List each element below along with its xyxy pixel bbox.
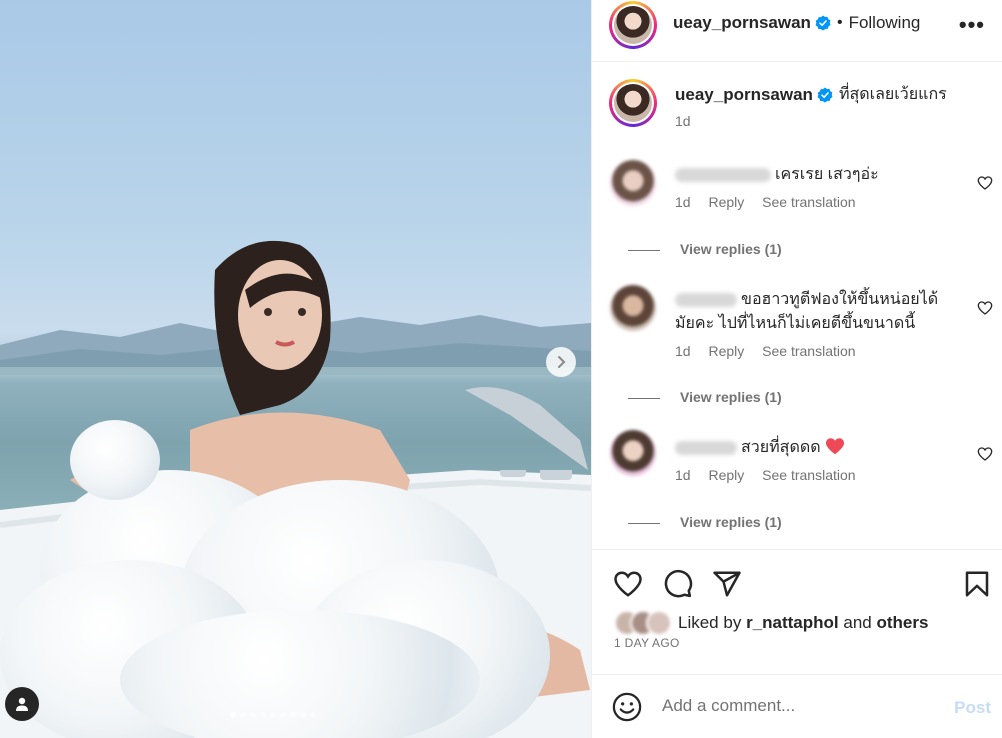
heart-icon[interactable] bbox=[613, 569, 643, 599]
user-icon bbox=[16, 697, 28, 711]
carousel-dot bbox=[250, 712, 256, 718]
comments-list[interactable]: ueay_pornsawan ที่สุดเลยเว้ยแกร 1d เครเร… bbox=[592, 63, 1002, 549]
verified-badge-icon bbox=[815, 15, 831, 31]
post-media[interactable] bbox=[0, 0, 591, 738]
comment-item: สวยที่สุดดด 1d Reply See translation bbox=[675, 436, 870, 483]
comment-text: สวยที่สุดดด bbox=[741, 439, 821, 456]
follow-separator: • bbox=[836, 14, 843, 31]
likes-others[interactable]: others bbox=[876, 613, 928, 633]
following-button[interactable]: Following bbox=[849, 13, 921, 33]
commenter-avatar[interactable] bbox=[610, 285, 656, 331]
likes-conjunction: and bbox=[843, 613, 872, 632]
post-header: ueay_pornsawan • Following ••• bbox=[592, 0, 1002, 62]
verified-badge-icon bbox=[817, 87, 833, 103]
see-translation-button[interactable]: See translation bbox=[762, 194, 855, 210]
view-replies-button[interactable]: View replies (1) bbox=[628, 514, 782, 530]
see-translation-button[interactable]: See translation bbox=[762, 343, 855, 359]
next-slide-button[interactable] bbox=[546, 347, 576, 377]
caption-text: ที่สุดเลยเว้ยแกร bbox=[838, 86, 947, 103]
add-comment-bar: Post bbox=[592, 674, 1002, 738]
commenter-username[interactable] bbox=[675, 440, 737, 455]
comment-text: ขอฮาวทูตีฟองให้ขึ้นหน่อยได้ bbox=[741, 291, 939, 308]
caption-avatar[interactable] bbox=[609, 79, 657, 127]
comment-input[interactable] bbox=[662, 696, 932, 716]
caption-time: 1d bbox=[675, 113, 691, 129]
caption-username[interactable]: ueay_pornsawan bbox=[675, 83, 813, 107]
carousel-dot bbox=[240, 712, 246, 718]
tagged-users-button[interactable] bbox=[5, 687, 39, 721]
carousel-indicator bbox=[230, 712, 316, 718]
reply-button[interactable]: Reply bbox=[708, 194, 744, 210]
reply-button[interactable]: Reply bbox=[708, 343, 744, 359]
post-time-ago: 1 DAY AGO bbox=[614, 636, 680, 650]
commenter-avatar[interactable] bbox=[610, 160, 656, 206]
commenter-username[interactable] bbox=[675, 167, 771, 182]
liker-avatars bbox=[614, 610, 678, 636]
carousel-dot bbox=[280, 712, 286, 718]
liker-username[interactable]: r_nattaphol bbox=[746, 613, 839, 633]
comment-time: 1d bbox=[675, 194, 691, 210]
view-replies-button[interactable]: View replies (1) bbox=[628, 241, 782, 257]
carousel-dot bbox=[260, 712, 266, 718]
post-side-panel: ueay_pornsawan • Following ••• ueay_porn… bbox=[591, 0, 1002, 738]
likes-summary[interactable]: Liked by r_nattaphol and others bbox=[614, 610, 928, 636]
commenter-avatar[interactable] bbox=[610, 430, 656, 476]
post-comment-button[interactable]: Post bbox=[954, 698, 991, 718]
reply-button[interactable]: Reply bbox=[708, 467, 744, 483]
bookmark-icon[interactable] bbox=[962, 569, 992, 599]
more-options-icon[interactable]: ••• bbox=[959, 12, 985, 38]
comment-text: เครเรย เสวๆอ่ะ bbox=[775, 166, 879, 183]
carousel-dot bbox=[300, 712, 306, 718]
carousel-dot bbox=[290, 712, 296, 718]
view-replies-button[interactable]: View replies (1) bbox=[628, 389, 782, 405]
comment-item: ขอฮาวทูตีฟองให้ขึ้นหน่อยได้ มัยคะ ไปที่ไ… bbox=[675, 288, 938, 359]
comment-icon[interactable] bbox=[663, 569, 693, 599]
comment-time: 1d bbox=[675, 467, 691, 483]
carousel-dot bbox=[230, 712, 236, 718]
post-actions: Liked by r_nattaphol and others 1 DAY AG… bbox=[592, 549, 1002, 674]
commenter-username[interactable] bbox=[675, 292, 737, 307]
comment-item: เครเรย เสวๆอ่ะ 1d Reply See translation bbox=[675, 163, 879, 210]
heart-icon[interactable] bbox=[977, 300, 993, 316]
caption: ueay_pornsawan ที่สุดเลยเว้ยแกร 1d bbox=[675, 83, 947, 129]
heart-icon[interactable] bbox=[977, 446, 993, 462]
likes-prefix: Liked by bbox=[678, 613, 742, 632]
emoji-icon[interactable] bbox=[612, 692, 642, 722]
comment-text-line2: มัยคะ ไปที่ไหนก็ไม่เคยตีขึ้นขนาดนี้ bbox=[675, 315, 916, 332]
carousel-dot bbox=[270, 712, 276, 718]
red-heart-emoji-icon bbox=[826, 438, 845, 455]
heart-icon[interactable] bbox=[977, 175, 993, 191]
carousel-dot bbox=[310, 712, 316, 718]
author-avatar[interactable] bbox=[609, 1, 657, 49]
comment-time: 1d bbox=[675, 343, 691, 359]
see-translation-button[interactable]: See translation bbox=[762, 467, 855, 483]
share-icon[interactable] bbox=[712, 569, 742, 599]
chevron-right-icon bbox=[558, 356, 566, 368]
author-username[interactable]: ueay_pornsawan bbox=[673, 13, 811, 33]
